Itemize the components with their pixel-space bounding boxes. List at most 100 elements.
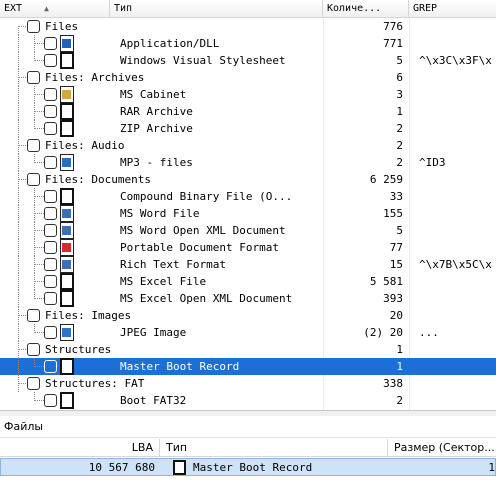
row-checkbox[interactable] — [44, 275, 57, 288]
tree-item-row[interactable]: Compound Binary File (O... 33 — [0, 188, 496, 205]
row-checkbox[interactable] — [27, 20, 40, 33]
row-checkbox[interactable] — [27, 139, 40, 152]
row-checkbox[interactable] — [44, 54, 57, 67]
row-checkbox[interactable] — [44, 37, 57, 50]
row-checkbox[interactable] — [27, 343, 40, 356]
tree-item-row[interactable]: Application/DLL 771 — [0, 35, 496, 52]
grep-cell — [409, 375, 496, 392]
row-checkbox[interactable] — [27, 173, 40, 186]
type-name-cell: Application/DLL — [0, 35, 323, 52]
tree-item-row[interactable]: MS Excel File 5 581 — [0, 273, 496, 290]
type-name-cell: MS Word File — [0, 205, 323, 222]
type-name-cell: Structures: FAT — [0, 375, 323, 392]
type-name-cell: Portable Document Format — [0, 239, 323, 256]
word-icon — [60, 222, 74, 239]
column-size[interactable]: Размер (Сектор... — [388, 439, 496, 457]
column-count[interactable]: Количе... — [323, 0, 409, 18]
row-checkbox[interactable] — [27, 71, 40, 84]
file-icon — [60, 188, 74, 205]
file-row[interactable]: 10 567 680 Master Boot Record 1 — [0, 458, 496, 476]
type-name-cell: Compound Binary File (O... — [0, 188, 323, 205]
row-label: Boot FAT32 — [120, 394, 187, 407]
type-name-cell: ZIP Archive — [0, 120, 323, 137]
tree-item-row[interactable]: MS Word File 155 — [0, 205, 496, 222]
tree-item-row[interactable]: Master Boot Record 1 — [0, 358, 496, 375]
row-checkbox[interactable] — [44, 207, 57, 220]
grep-cell — [409, 86, 496, 103]
row-label: MS Excel File — [120, 275, 207, 288]
row-checkbox[interactable] — [27, 309, 40, 322]
column-type[interactable]: Тип — [110, 0, 323, 18]
row-checkbox[interactable] — [44, 190, 57, 203]
column-grep-label: GREP — [413, 3, 438, 14]
column-lba[interactable]: LBA — [0, 439, 160, 457]
tree-item-row[interactable]: MS Cabinet 3 — [0, 86, 496, 103]
row-checkbox[interactable] — [44, 224, 57, 237]
row-checkbox[interactable] — [27, 377, 40, 390]
type-name-cell: Master Boot Record — [0, 358, 323, 375]
row-label: Files — [45, 20, 79, 33]
row-checkbox[interactable] — [44, 258, 57, 271]
count-cell: 2 — [396, 122, 403, 135]
row-checkbox[interactable] — [44, 122, 57, 135]
grep-cell: ^ID3 — [419, 156, 446, 169]
grep-cell — [409, 307, 496, 324]
row-label: MP3 - files — [120, 156, 193, 169]
row-checkbox[interactable] — [44, 292, 57, 305]
file-types-grid[interactable]: EXT ▲ Тип Количе... GREP Files 776 Applica… — [0, 0, 496, 410]
type-name-cell: MS Excel File — [0, 273, 323, 290]
column-file-type[interactable]: Тип — [160, 439, 388, 457]
cabinet-icon — [60, 86, 74, 103]
tree-group-row[interactable]: Structures: FAT 338 — [0, 375, 496, 392]
grep-cell — [409, 137, 496, 154]
count-cell: 5 — [396, 54, 403, 67]
row-checkbox[interactable] — [44, 326, 57, 339]
row-label: MS Word Open XML Document — [120, 224, 286, 237]
tree-group-row[interactable]: Files 776 — [0, 18, 496, 35]
tree-item-row[interactable]: RAR Archive 1 — [0, 103, 496, 120]
tree-group-row[interactable]: Structures 1 — [0, 341, 496, 358]
column-grep[interactable]: GREP — [409, 0, 496, 18]
count-cell: 1 — [396, 360, 403, 373]
tree-item-row[interactable]: Boot FAT32 2 — [0, 392, 496, 409]
tree-item-row[interactable]: MP3 - files 2 ^ID3 — [0, 154, 496, 171]
tree-item-row[interactable]: MS Word Open XML Document 5 — [0, 222, 496, 239]
tree-item-row[interactable]: Windows Visual Stylesheet 5 ^\x3C\x3F\x — [0, 52, 496, 69]
files-panel-title: Файлы — [0, 416, 496, 438]
file-size: 1 — [488, 461, 495, 474]
count-cell: 5 581 — [369, 275, 403, 288]
tree-item-row[interactable]: Portable Document Format 77 — [0, 239, 496, 256]
tree-group-row[interactable]: Files: Audio 2 — [0, 137, 496, 154]
count-cell: 33 — [389, 190, 403, 203]
app-icon — [60, 35, 74, 52]
row-label: MS Cabinet — [120, 88, 187, 101]
column-ext[interactable]: EXT ▲ — [0, 0, 110, 18]
row-checkbox[interactable] — [44, 105, 57, 118]
count-cell: 6 259 — [369, 173, 403, 186]
row-label: Application/DLL — [120, 37, 220, 50]
row-checkbox[interactable] — [44, 88, 57, 101]
type-name-cell: Files: Images — [0, 307, 323, 324]
tree-group-row[interactable]: Files: Documents 6 259 — [0, 171, 496, 188]
row-label: RAR Archive — [120, 105, 193, 118]
tree-item-row[interactable]: ZIP Archive 2 — [0, 120, 496, 137]
row-checkbox[interactable] — [44, 360, 57, 373]
tree-group-row[interactable]: Files: Archives 6 — [0, 69, 496, 86]
grep-cell — [409, 358, 496, 375]
grep-cell — [409, 205, 496, 222]
tree-item-row[interactable]: Rich Text Format 15 ^\x7B\x5C\x — [0, 256, 496, 273]
file-icon — [173, 460, 186, 475]
row-checkbox[interactable] — [44, 156, 57, 169]
row-checkbox[interactable] — [44, 394, 57, 407]
type-name-cell: MS Word Open XML Document — [0, 222, 323, 239]
row-checkbox[interactable] — [44, 241, 57, 254]
type-name-cell: RAR Archive — [0, 103, 323, 120]
tree-group-row[interactable]: Files: Images 20 — [0, 307, 496, 324]
column-size-label: Размер (Сектор... — [394, 441, 495, 454]
tree-item-row[interactable]: JPEG Image (2) 20... — [0, 324, 496, 341]
tree-item-row[interactable]: MS Excel Open XML Document 393 — [0, 290, 496, 307]
count-cell: 5 — [396, 224, 403, 237]
count-cell: 338 — [383, 377, 403, 390]
column-type-label: Тип — [114, 3, 133, 14]
file-icon — [60, 52, 74, 69]
